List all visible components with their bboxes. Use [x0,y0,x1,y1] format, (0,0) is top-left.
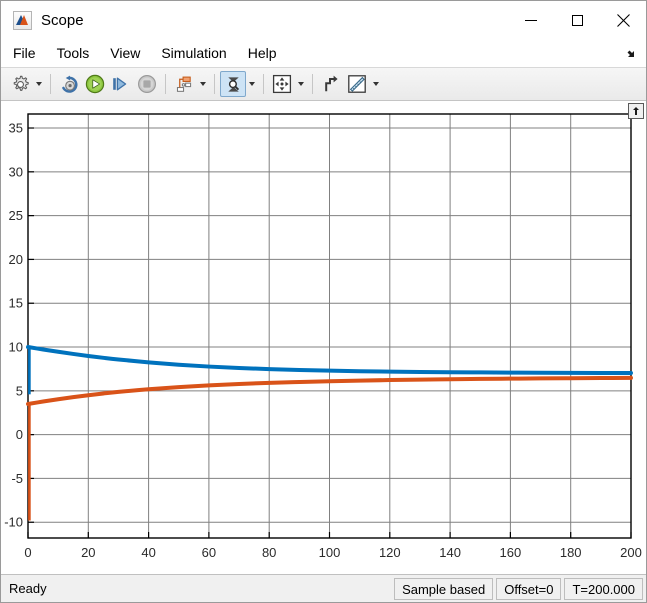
x-tick-label: 20 [81,545,95,560]
window-title: Scope [41,11,84,29]
undock-arrow-icon[interactable] [624,47,636,59]
close-icon [616,13,630,27]
expand-arrow-icon[interactable] [628,103,644,119]
plot-area[interactable]: 35 30 25 20 15 10 5 0 -5 -10 0 20 40 60 80 100 120 140 160… [1,101,646,572]
menu-item-tools[interactable]: Tools [48,42,99,64]
autoscale-button[interactable] [318,71,344,97]
toolbar-separator [214,74,215,94]
x-tick-label: 140 [439,545,461,560]
zoom-in-icon [227,76,239,92]
minimize-button[interactable] [508,1,554,39]
toolbar [1,68,646,101]
y-tick-label: -5 [11,471,23,486]
menu-item-file[interactable]: File [4,42,45,64]
pan-tool-button[interactable] [269,71,295,97]
toolbar-separator [50,74,51,94]
signal-blocks-icon [176,76,191,92]
toolbar-separator [312,74,313,94]
autoscale-icon [325,75,338,92]
y-tick-label: 25 [9,208,23,223]
scope-chart[interactable]: 35302520151050-5-100 20 40 60 80 100 120 140 160… [1,101,646,572]
menu-item-help[interactable]: Help [239,42,286,64]
run-simulation-button[interactable] [82,71,108,97]
signal-selector-caret[interactable] [197,71,209,97]
stop-simulation-button[interactable] [134,71,160,97]
y-tick-label: 20 [9,252,23,267]
x-tick-label: 160 [500,545,522,560]
pan-arrows-icon [272,74,292,94]
chevron-down-icon [200,82,206,86]
maximize-icon [571,14,583,26]
zoom-in-tool-button[interactable] [220,71,246,97]
x-tick-label: 180 [560,545,582,560]
chevron-down-icon [36,82,42,86]
toolbar-separator [263,74,264,94]
measurements-caret[interactable] [370,71,382,97]
chevron-down-icon [373,82,379,86]
status-message: Ready [9,581,47,596]
status-bar: Ready Sample based Offset=0 T=200.000 [1,574,646,602]
measurements-button[interactable] [344,71,370,97]
ruler-icon [348,75,366,93]
y-tick-label: 5 [16,383,23,398]
play-icon [85,74,105,94]
close-button[interactable] [600,1,646,39]
chevron-down-icon [298,82,304,86]
y-tick-label: 10 [9,340,23,355]
signal-selector-button[interactable] [171,71,197,97]
x-tick-label: 200 [620,545,642,560]
zoom-in-tool-caret[interactable] [246,71,258,97]
configuration-properties-caret[interactable] [33,71,45,97]
x-tick-label: 100 [319,545,341,560]
rewind-icon [61,75,78,93]
y-tick-label: 0 [16,427,23,442]
stop-icon [138,75,156,93]
x-tick-label: 0 [24,545,31,560]
y-tick-label: 15 [9,296,23,311]
pan-tool-caret[interactable] [295,71,307,97]
status-offset: Offset=0 [496,577,562,600]
menu-item-view[interactable]: View [101,42,149,64]
gear-icon [13,75,29,91]
status-sample-mode: Sample based [394,577,494,600]
step-forward-button[interactable] [108,71,134,97]
y-tick-label: 35 [9,121,23,136]
window-controls [508,1,646,39]
menu-bar: File Tools View Simulation Help [1,39,646,68]
x-tick-label: 60 [202,545,216,560]
chevron-down-icon [249,82,255,86]
status-simulation-time: T=200.000 [564,577,643,600]
matlab-scope-icon [13,10,32,30]
rewind-to-start-button[interactable] [56,71,82,97]
menu-item-simulation[interactable]: Simulation [152,42,235,64]
configuration-properties-button[interactable] [7,71,33,97]
scope-window: Scope File Tools View Simulation Help 35… [0,0,647,603]
maximize-button[interactable] [554,1,600,39]
x-tick-label: 40 [141,545,155,560]
y-tick-label: -10 [4,515,23,530]
toolbar-separator [165,74,166,94]
title-bar: Scope [1,1,646,39]
y-tick-label: 30 [9,164,23,179]
x-tick-label: 80 [262,545,276,560]
minimize-icon [525,19,537,21]
x-tick-label: 120 [379,545,401,560]
step-forward-icon [113,77,127,91]
